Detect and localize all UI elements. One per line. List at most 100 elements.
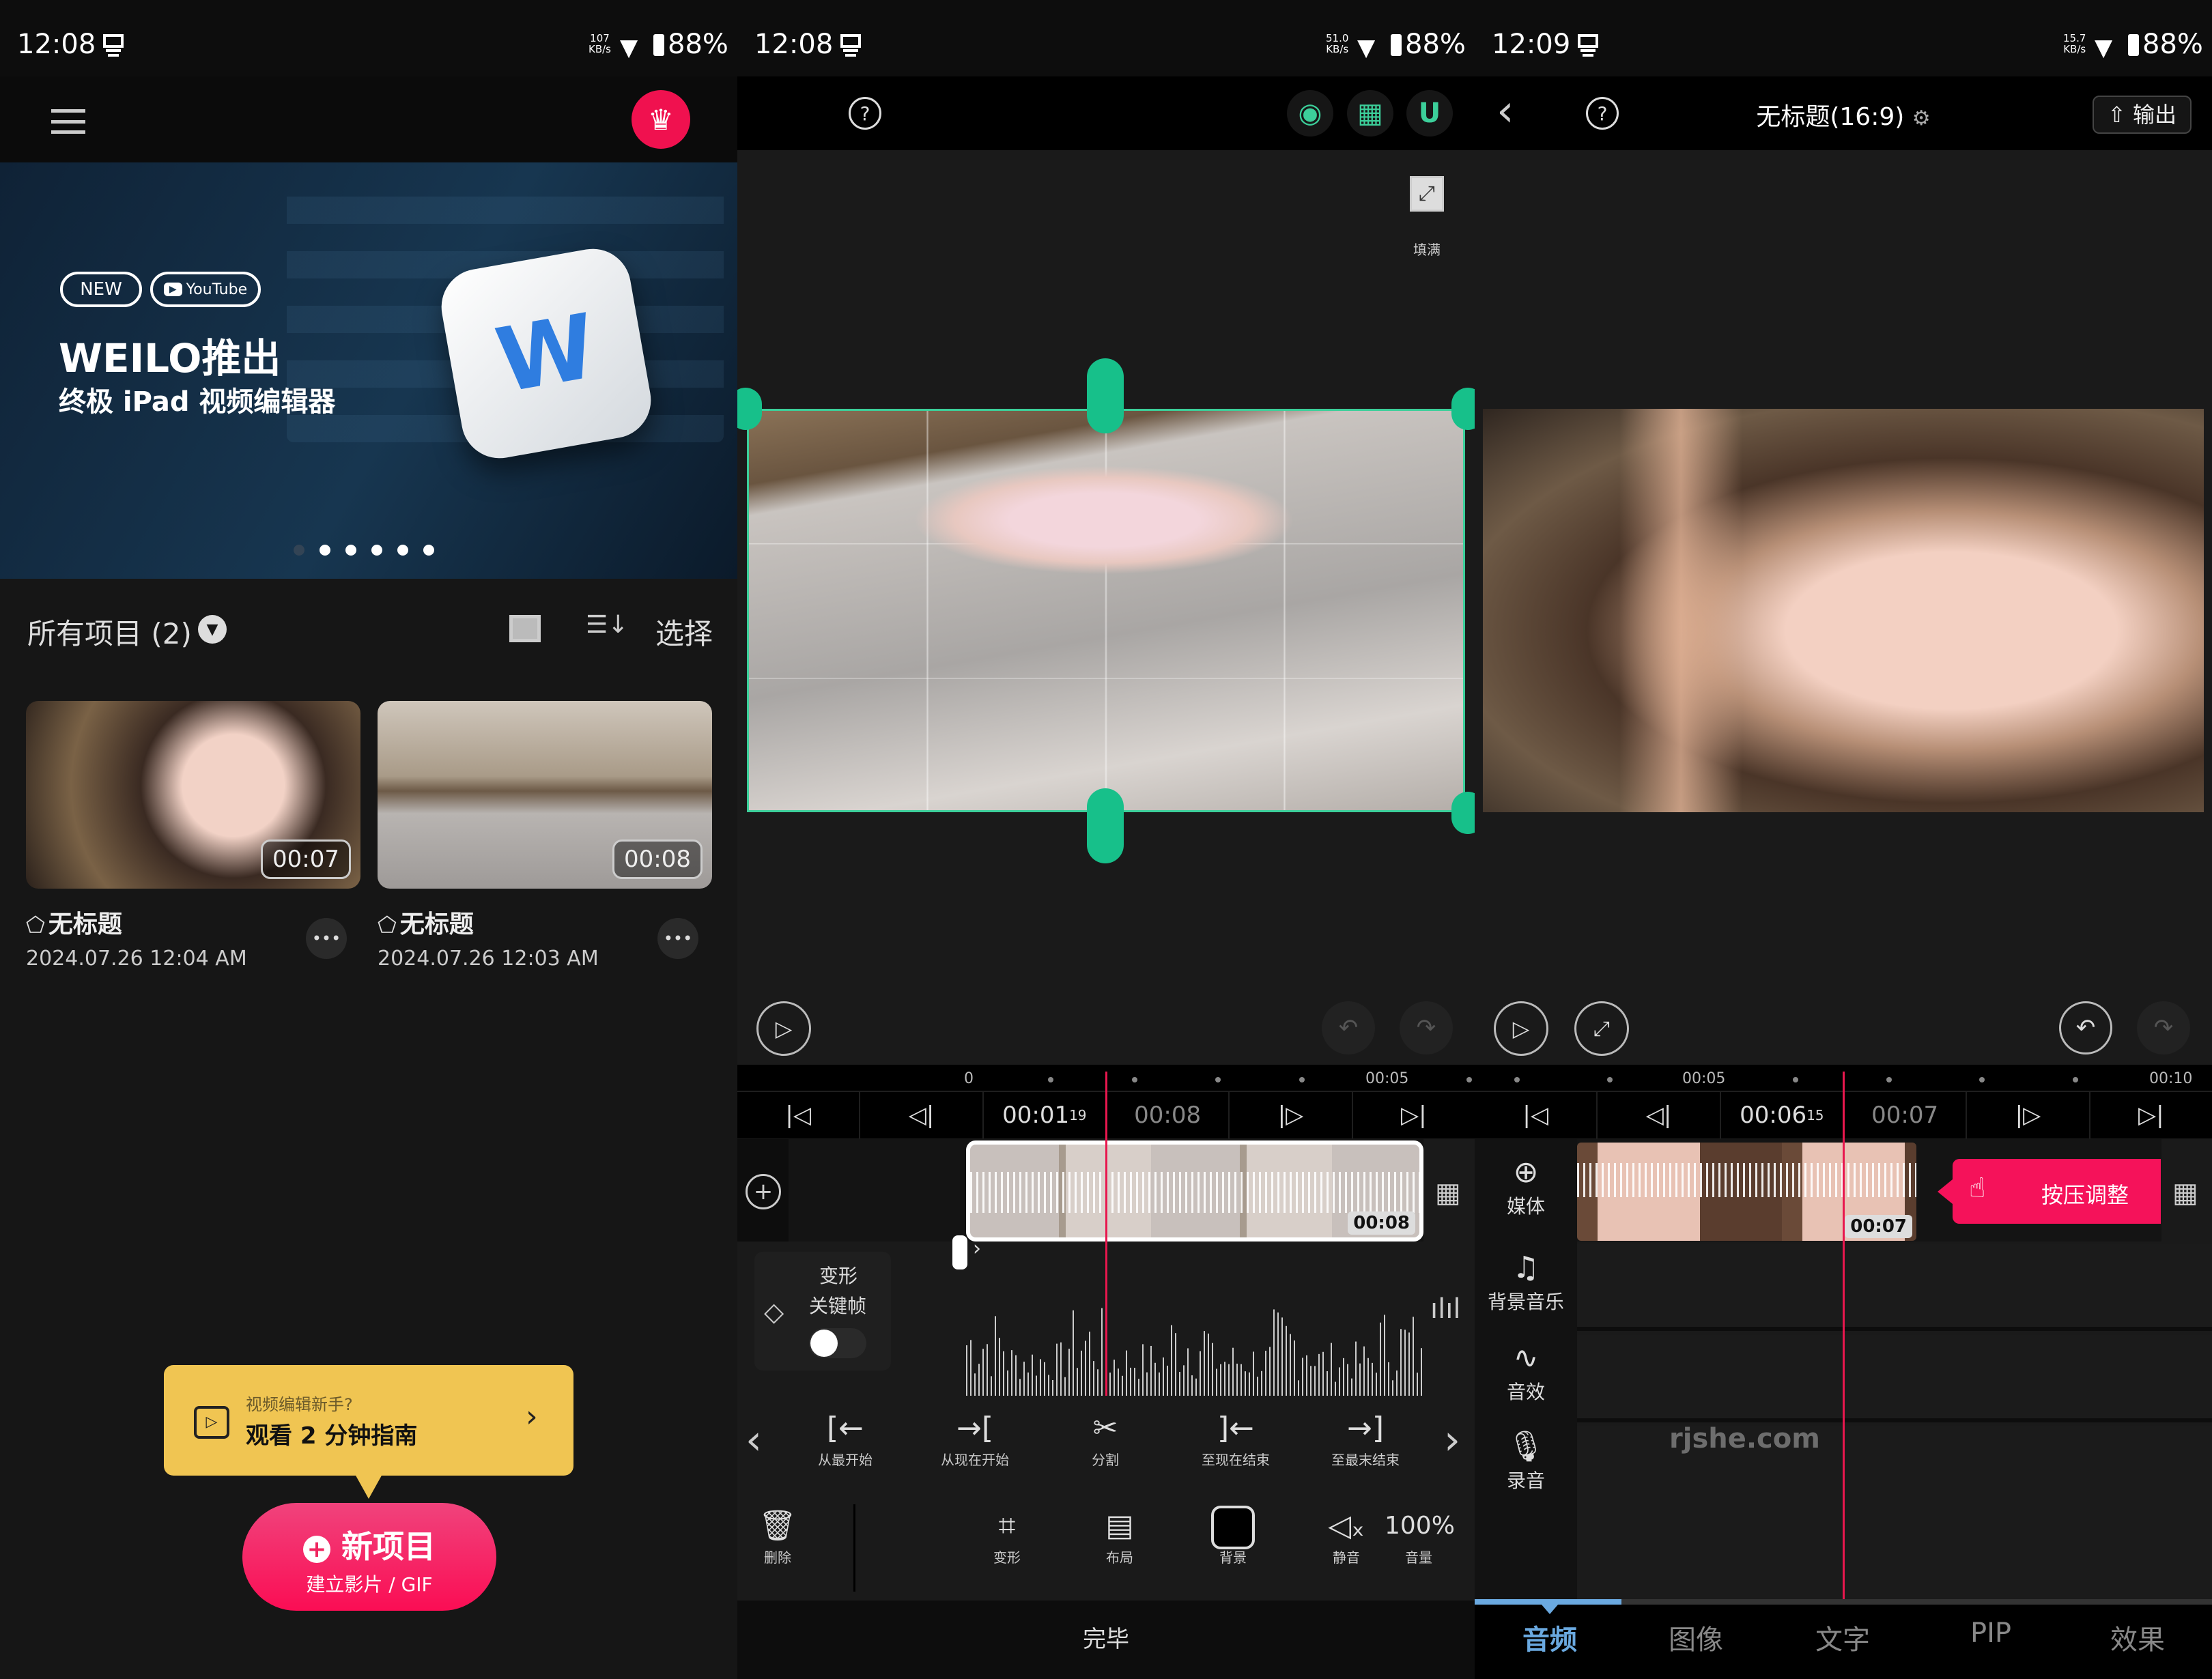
delete-button[interactable]: 🗑 删除 bbox=[743, 1506, 812, 1566]
magnet-icon[interactable]: U bbox=[1406, 90, 1453, 137]
add-media-button[interactable]: ⊕ 媒体 bbox=[1475, 1153, 1577, 1219]
hamburger-icon[interactable] bbox=[51, 109, 85, 134]
next-frame-button[interactable]: |▷ bbox=[1967, 1092, 2090, 1138]
video-clip[interactable]: 00:07 bbox=[1577, 1143, 1916, 1241]
grid-view-icon[interactable]: ▦ bbox=[2172, 1177, 2198, 1209]
chevron-right-icon: › bbox=[526, 1399, 538, 1434]
video-preview[interactable] bbox=[747, 409, 1465, 812]
carousel-dots[interactable] bbox=[294, 545, 434, 556]
fill-button[interactable]: ⤢ 填满 bbox=[1403, 176, 1451, 259]
volume-button[interactable]: 100% 音量 bbox=[1385, 1506, 1455, 1566]
tab-pip[interactable]: PIP bbox=[1970, 1618, 2011, 1649]
skip-start-button[interactable]: |◁ bbox=[1475, 1092, 1598, 1138]
project-title[interactable]: 无标题(16:9) ⚙ bbox=[1707, 97, 1980, 132]
edit-tools-row: ‹ › [← 从最开始 →[从现在开始 ✂ 分割 ]← 至现在结束 →] 至最末结束 bbox=[737, 1396, 1475, 1493]
add-media-icon[interactable]: + bbox=[746, 1174, 781, 1209]
audio-icon[interactable]: ılıl bbox=[1430, 1293, 1460, 1325]
waveform-bar bbox=[987, 1344, 988, 1396]
export-button[interactable]: ⇧ 输出 bbox=[2093, 96, 2192, 134]
playhead[interactable] bbox=[1105, 1072, 1107, 1396]
split-button[interactable]: ✂ 分割 bbox=[1054, 1408, 1157, 1469]
prev-frame-button[interactable]: ◁| bbox=[860, 1092, 984, 1138]
undo-button[interactable]: ↶ bbox=[2059, 1001, 2112, 1054]
scroll-right-icon[interactable]: › bbox=[1444, 1416, 1460, 1464]
back-icon[interactable]: ‹ bbox=[1497, 86, 1514, 137]
project-title[interactable]: 无标题 bbox=[48, 910, 122, 938]
select-button[interactable]: 选择 bbox=[655, 611, 713, 652]
background-button[interactable]: 背景 bbox=[1199, 1506, 1267, 1566]
mute-button[interactable]: ◁ₓ 静音 bbox=[1312, 1506, 1380, 1566]
more-options-button[interactable]: ••• bbox=[306, 918, 347, 959]
more-options-button[interactable]: ••• bbox=[657, 918, 698, 959]
undo-button[interactable]: ↶ bbox=[1322, 1001, 1375, 1054]
video-preview[interactable] bbox=[1483, 409, 2204, 812]
tab-effects[interactable]: 效果 bbox=[2110, 1618, 2165, 1657]
pinch-gesture-icon: ☝ bbox=[1969, 1173, 1986, 1204]
layout-button[interactable]: ▤ 布局 bbox=[1086, 1506, 1154, 1566]
trim-to-end-button[interactable]: →] 至最末结束 bbox=[1314, 1408, 1417, 1469]
add-sfx-button[interactable]: ∿ 音效 bbox=[1475, 1339, 1577, 1405]
bgm-track[interactable] bbox=[1577, 1244, 2212, 1331]
waveform-bar bbox=[1122, 1375, 1123, 1396]
upload-icon: ⇧ bbox=[2108, 102, 2126, 128]
battery-icon bbox=[653, 34, 664, 56]
resize-handle-bottom[interactable] bbox=[1087, 788, 1124, 863]
promo-banner[interactable]: NEW ▶ YouTube WEILO推出 终极 iPad 视频编辑器 W bbox=[0, 162, 737, 579]
guide-card[interactable]: ▷ 视频编辑新手? 观看 2 分钟指南 › bbox=[164, 1365, 573, 1499]
tab-audio[interactable]: 音频 bbox=[1522, 1618, 1577, 1657]
project-title[interactable]: 无标题 bbox=[400, 910, 474, 938]
gear-icon: ⚙ bbox=[1912, 106, 1931, 130]
grid-icon[interactable]: ▦ bbox=[1347, 90, 1393, 137]
play-button[interactable]: ▷ bbox=[756, 1001, 811, 1056]
eye-icon[interactable]: ◉ bbox=[1287, 90, 1333, 137]
divider bbox=[853, 1504, 855, 1592]
corner-handle[interactable] bbox=[1451, 792, 1475, 834]
new-project-button[interactable]: + 新项目 建立影片 / GIF bbox=[242, 1503, 496, 1611]
tab-text[interactable]: 文字 bbox=[1815, 1618, 1870, 1657]
project-card[interactable]: 00:07 bbox=[26, 701, 360, 889]
selected-clip[interactable]: 00:08 bbox=[966, 1140, 1423, 1242]
redo-button[interactable]: ↷ bbox=[1400, 1001, 1453, 1054]
corner-handle[interactable] bbox=[737, 388, 762, 430]
redo-button[interactable]: ↷ bbox=[2137, 1001, 2190, 1054]
crown-icon[interactable]: ♛ bbox=[632, 90, 690, 149]
trim-from-now-button[interactable]: →[从现在开始 bbox=[924, 1408, 1026, 1469]
dropdown-icon[interactable]: ▼ bbox=[198, 615, 227, 644]
tab-image[interactable]: 图像 bbox=[1669, 1618, 1723, 1657]
grid-view-icon[interactable]: ▦ bbox=[1435, 1177, 1461, 1209]
sfx-track[interactable] bbox=[1577, 1335, 2212, 1422]
trim-from-start-button[interactable]: [← 从最开始 bbox=[794, 1408, 896, 1469]
help-icon[interactable]: ? bbox=[849, 97, 881, 130]
waveform-bar bbox=[1261, 1371, 1262, 1396]
add-recording-button[interactable]: 🎙 录音 bbox=[1475, 1428, 1577, 1493]
skip-end-button[interactable]: ▷| bbox=[2090, 1092, 2212, 1138]
rotate-handle[interactable] bbox=[1451, 388, 1475, 430]
resize-handle-top[interactable] bbox=[1087, 358, 1124, 433]
transform-button[interactable]: ⌗ 变形 bbox=[973, 1506, 1041, 1566]
help-icon[interactable]: ? bbox=[1586, 97, 1619, 130]
play-button[interactable]: ▷ bbox=[1494, 1001, 1548, 1056]
prev-frame-button[interactable]: ◁| bbox=[1598, 1092, 1721, 1138]
fullscreen-button[interactable]: ⤢ bbox=[1574, 1001, 1629, 1056]
projects-title[interactable]: 所有项目 (2) bbox=[27, 611, 192, 652]
tool-label: 至现在结束 bbox=[1202, 1452, 1270, 1468]
keyframe-diamond-icon[interactable]: ◇ bbox=[764, 1297, 784, 1327]
next-frame-button[interactable]: |▷ bbox=[1230, 1092, 1353, 1138]
playhead[interactable] bbox=[1843, 1072, 1845, 1599]
waveform-bar bbox=[1208, 1333, 1209, 1396]
waveform-bar bbox=[1376, 1373, 1377, 1396]
view-mode-icon[interactable] bbox=[509, 615, 541, 642]
done-button[interactable]: 完毕 bbox=[737, 1601, 1475, 1679]
trim-handle[interactable] bbox=[952, 1235, 967, 1269]
scroll-left-icon[interactable]: ‹ bbox=[746, 1416, 762, 1464]
keyframe-toggle[interactable] bbox=[809, 1328, 866, 1358]
trim-to-now-button[interactable]: ]← 至现在结束 bbox=[1185, 1408, 1287, 1469]
add-music-button[interactable]: ♫ 背景音乐 bbox=[1475, 1249, 1577, 1315]
waveform-bar bbox=[1204, 1331, 1205, 1396]
skip-start-button[interactable]: |◁ bbox=[737, 1092, 861, 1138]
waveform-bar bbox=[1355, 1341, 1357, 1396]
skip-end-button[interactable]: ▷| bbox=[1353, 1092, 1475, 1138]
sort-icon[interactable]: ☰↓ bbox=[586, 611, 628, 639]
project-card[interactable]: 00:08 bbox=[378, 701, 712, 889]
waveform-bar bbox=[1232, 1347, 1234, 1396]
